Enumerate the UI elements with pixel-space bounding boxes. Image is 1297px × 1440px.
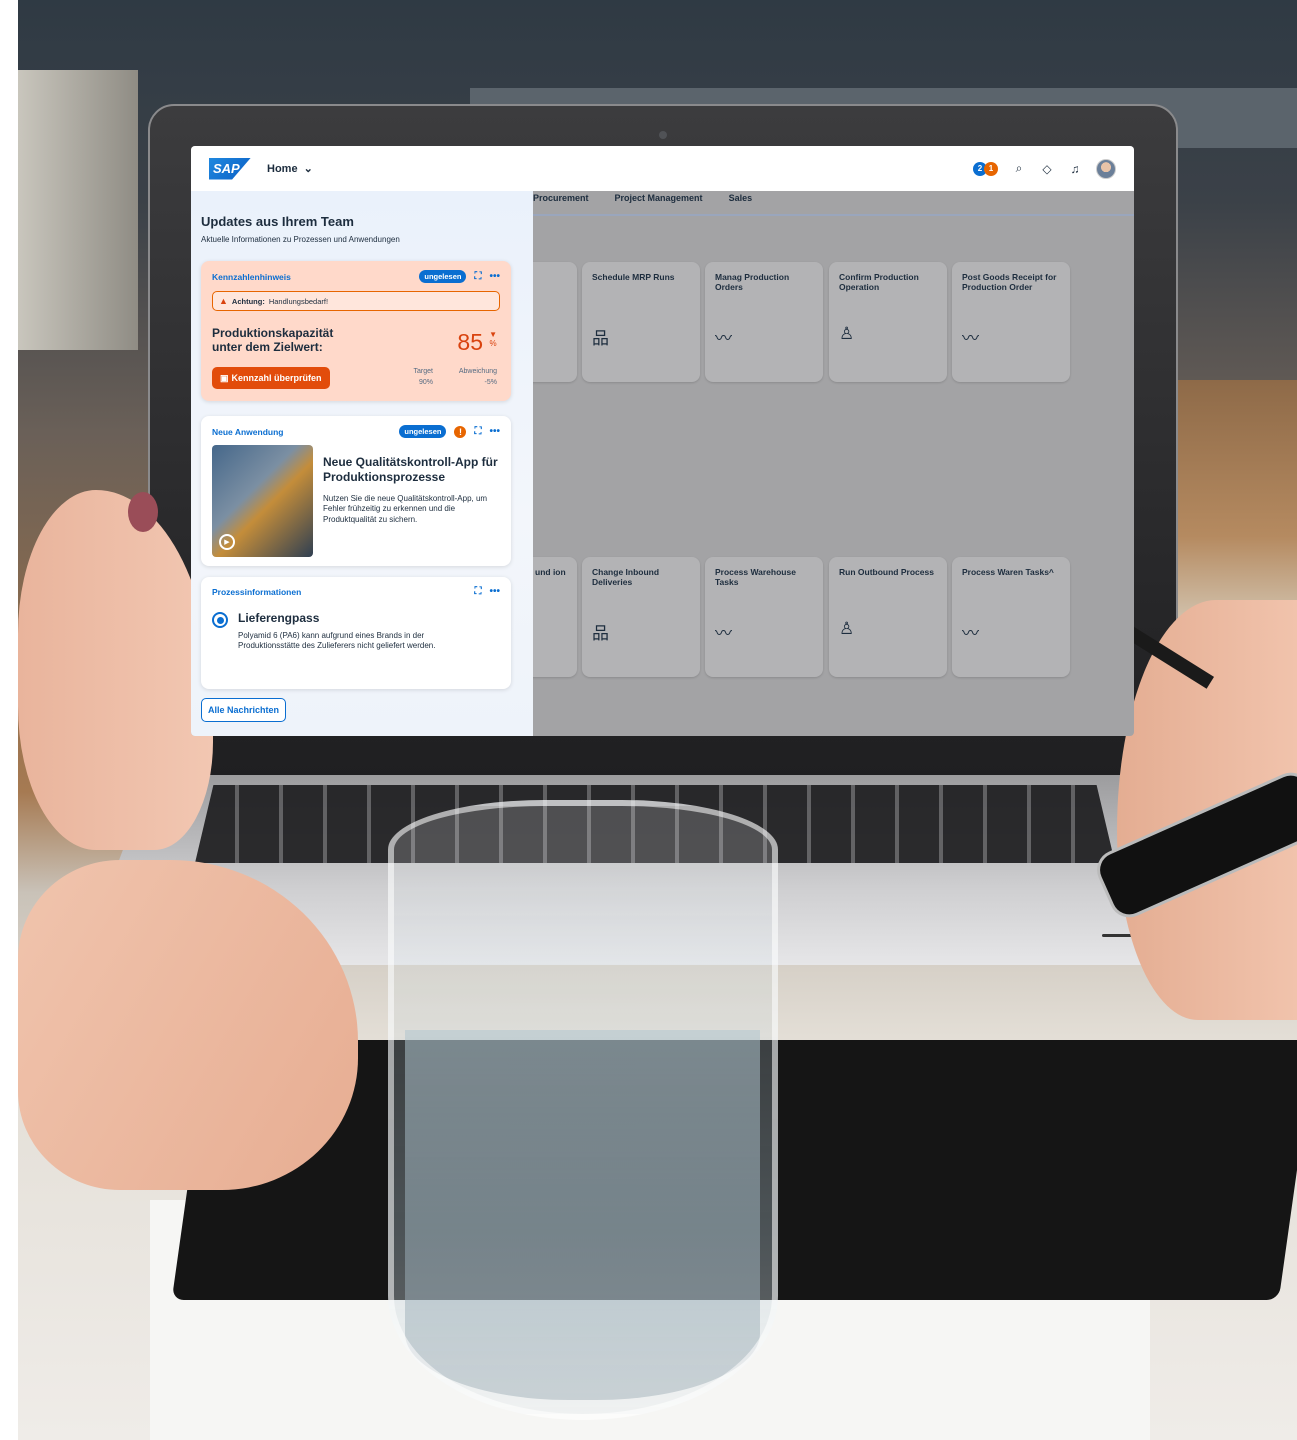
unread-badge: ungelesen [399, 425, 447, 438]
review-kpi-button[interactable]: ▣ Kennzahl überprüfen [212, 367, 330, 389]
trend-icon: 〰 [715, 329, 732, 348]
home-label: Home [267, 162, 298, 175]
process-text: Lieferengpass Polyamid 6 (PA6) kann aufg… [238, 611, 488, 652]
tile-change-inbound-deliveries[interactable]: Change Inbound Deliveries 品 [582, 557, 700, 677]
warning-message-strip: ▲ Achtung: Handlungsbedarf! [212, 291, 500, 311]
kpi-value: 85 [457, 329, 483, 355]
kpi-unit-label: % [489, 338, 497, 348]
notification-counter[interactable]: 2 1 [973, 161, 998, 176]
card-label: Neue Anwendung [212, 426, 284, 437]
review-kpi-label: Kennzahl überprüfen [231, 373, 322, 383]
deviation-value: -5% [484, 378, 497, 386]
user-avatar[interactable] [1096, 158, 1116, 179]
app-title: Neue Qualitätskontroll-App für Produktio… [323, 455, 498, 484]
more-icon[interactable]: ••• [489, 271, 500, 282]
kpi-unit: ▼ % [489, 330, 497, 349]
card-label: Kennzahlenhinweis [212, 271, 291, 282]
hierarchy-icon: 品 [592, 624, 609, 643]
expand-icon[interactable]: ⛶ [474, 586, 481, 597]
tile-manage-production-orders[interactable]: Manag Production Orders 〰 [705, 262, 823, 382]
trend-down-icon: ▼ [489, 330, 497, 339]
updates-panel: Updates aus Ihrem Team Aktuelle Informat… [191, 191, 533, 736]
more-icon[interactable]: ••• [489, 426, 500, 437]
process-info-card[interactable]: Prozessinformationen ⛶ ••• Lieferengpass… [201, 577, 511, 689]
tile-process-warehouse-tasks[interactable]: Process Warehouse Tasks 〰 [705, 557, 823, 677]
new-app-card[interactable]: Neue Anwendung ungelesen ! ⛶ ••• ▶ Neue … [201, 416, 511, 566]
warning-prefix: Achtung: [231, 296, 265, 306]
shell-bar: SAP Home ⌄ 2 1 ⌕ ◇ ♫ [191, 146, 1134, 191]
tile-title: Schedule MRP Runs [592, 272, 675, 282]
trend-icon: 〰 [962, 624, 979, 643]
tile-title: Manag Production Orders [715, 272, 790, 293]
tile-post-goods-receipt[interactable]: Post Goods Receipt for Production Order … [952, 262, 1070, 382]
target-label: Target [413, 368, 433, 375]
trend-icon: 〰 [715, 624, 732, 643]
tab-project-management[interactable]: Project Management [615, 193, 703, 203]
kpi-target: Target 90% [414, 367, 433, 388]
warning-icon: ▲ [219, 296, 228, 306]
card-header: Neue Anwendung ungelesen ! ⛶ ••• [212, 425, 500, 438]
unread-badge: ungelesen [419, 270, 467, 283]
tile-title: Confirm Production Operation [839, 272, 919, 293]
card-actions: ungelesen ⛶ ••• [419, 270, 500, 283]
panel-title: Updates aus Ihrem Team [201, 214, 354, 229]
tab-divider [533, 214, 1134, 216]
all-messages-button[interactable]: Alle Nachrichten [201, 698, 287, 722]
tile-title: Process Warehouse Tasks [715, 567, 796, 588]
tile-title: Change Inbound Deliveries [592, 567, 660, 588]
bell-icon[interactable]: ♫ [1068, 162, 1082, 176]
tile-title: Run Outbound Process [839, 567, 934, 577]
joule-icon[interactable]: ◇ [1040, 162, 1054, 176]
alert-icon: ! [454, 425, 467, 438]
background-shelf [18, 70, 138, 350]
process-item: Lieferengpass Polyamid 6 (PA6) kann aufg… [212, 611, 488, 652]
space-tabs: Procurement Project Management Sales [533, 193, 752, 203]
shell-actions: 2 1 ⌕ ◇ ♫ [973, 158, 1116, 179]
kpi-deviation: Abweichung -5% [459, 367, 497, 388]
tab-procurement[interactable]: Procurement [533, 193, 589, 203]
laptop-camera [659, 131, 667, 139]
tile-schedule-mrp-runs[interactable]: Schedule MRP Runs 品 [582, 262, 700, 382]
kpi-review-icon: ▣ [220, 372, 229, 383]
person-list-icon: ♙ [839, 324, 855, 343]
hierarchy-icon: 品 [592, 329, 609, 348]
tile-run-outbound-process[interactable]: Run Outbound Process ♙ [829, 557, 947, 677]
expand-icon[interactable]: ⛶ [474, 271, 481, 282]
search-icon[interactable]: ⌕ [1012, 161, 1026, 176]
card-header: Kennzahlenhinweis ungelesen ⛶ ••• [212, 270, 500, 283]
white-border [0, 0, 18, 1440]
kpi-alert-card[interactable]: Kennzahlenhinweis ungelesen ⛶ ••• ▲ Acht… [201, 261, 511, 401]
sap-logo[interactable]: SAP [209, 157, 251, 180]
tile-confirm-production-operation[interactable]: Confirm Production Operation ♙ [829, 262, 947, 382]
play-icon[interactable]: ▶ [219, 534, 235, 550]
water-glass [388, 800, 778, 1420]
deviation-label: Abweichung [458, 368, 497, 375]
count-badge-warning: 1 [984, 161, 998, 176]
app-description: Nutzen Sie die neue Qualitätskontroll-Ap… [323, 494, 488, 524]
person-list-icon: ♙ [839, 619, 855, 638]
kpi-description: Produktionskapazität unter dem Zielwert: [212, 326, 334, 355]
tile-title: Post Goods Receipt for Production Order [962, 272, 1057, 293]
home-menu-button[interactable]: Home ⌄ [267, 162, 313, 176]
process-title: Lieferengpass [238, 611, 320, 625]
process-description: Polyamid 6 (PA6) kann aufgrund eines Bra… [238, 631, 436, 651]
more-icon[interactable]: ••• [489, 586, 500, 597]
tile-title: Process Waren Tasks^ [962, 567, 1054, 577]
target-icon [212, 612, 228, 628]
expand-icon[interactable]: ⛶ [474, 426, 481, 437]
laptop-screen: SAP Home ⌄ 2 1 ⌕ ◇ ♫ Procurement Project… [191, 146, 1134, 736]
card-header: Prozessinformationen ⛶ ••• [212, 586, 500, 597]
warning-text: Handlungsbedarf! [268, 296, 329, 306]
target-value: 90% [418, 378, 433, 386]
worker-thumbnail-image[interactable]: ▶ [212, 445, 313, 557]
fingernail [128, 492, 158, 532]
card-label: Prozessinformationen [212, 586, 302, 597]
chevron-down-icon: ⌄ [303, 163, 313, 175]
card-actions: ⛶ ••• [474, 586, 500, 597]
tile-process-warehouse-tasks-2[interactable]: Process Waren Tasks^ 〰 [952, 557, 1070, 677]
card-actions: ungelesen ! ⛶ ••• [399, 425, 500, 438]
panel-subtitle: Aktuelle Informationen zu Prozessen und … [201, 235, 400, 244]
trend-icon: 〰 [962, 329, 979, 348]
tab-sales[interactable]: Sales [729, 193, 753, 203]
